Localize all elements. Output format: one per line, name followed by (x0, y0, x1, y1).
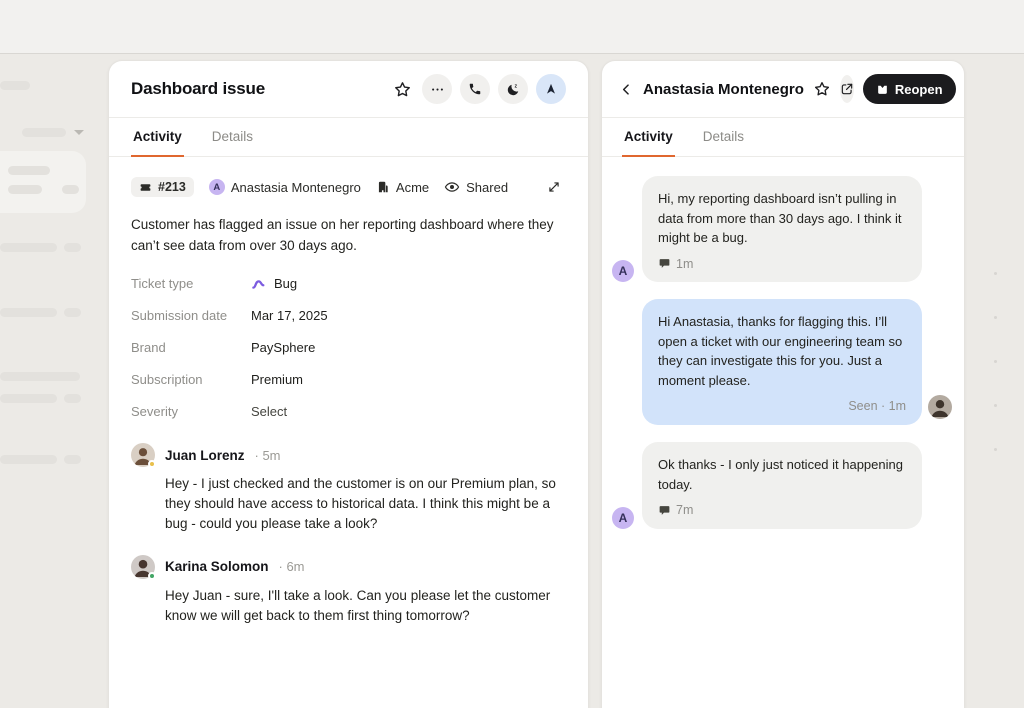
ticket-meta-row: #213 A Anastasia Montenegro Acme Sha (131, 175, 566, 199)
field-value-text[interactable]: Bug (274, 276, 297, 291)
conversation-title: Anastasia Montenegro (643, 81, 804, 98)
avatar (131, 443, 155, 467)
sidebar-skeleton-dropdown (22, 128, 66, 137)
comment-time: · 6m (279, 559, 305, 574)
comment-text: Hey Juan - sure, I'll take a look. Can y… (165, 586, 566, 626)
tab-details[interactable]: Details (701, 118, 746, 157)
customer-avatar: A (612, 507, 634, 529)
sidebar-skeleton-line (0, 81, 30, 90)
field-value-text[interactable]: Premium (251, 372, 303, 387)
snooze-button[interactable]: z (498, 74, 528, 104)
customer-message: A Hi, my reporting dashboard isn’t pulli… (612, 176, 922, 282)
customer-avatar: A (612, 260, 634, 282)
star-button[interactable] (813, 77, 831, 101)
chevron-down-icon (74, 130, 84, 135)
field-severity: Severity Select (131, 404, 566, 419)
status-dot-online (148, 572, 156, 580)
sidebar-skeleton-card (0, 151, 86, 213)
snooze-moon-icon: z (506, 82, 521, 97)
message-text: Hi, my reporting dashboard isn’t pulling… (658, 191, 902, 245)
requester-avatar: A (209, 179, 225, 195)
requester-name: Anastasia Montenegro (231, 180, 361, 195)
ticket-fields: Ticket type Bug Submission date Mar 17, … (131, 276, 566, 419)
svg-text:z: z (514, 83, 517, 89)
ticket-tabs: Activity Details (109, 118, 588, 157)
expand-icon (547, 180, 561, 194)
star-icon (813, 80, 831, 98)
sidebar-skeleton-line (0, 243, 57, 252)
company-chip[interactable]: Acme (376, 180, 429, 195)
phone-icon (468, 82, 482, 96)
ticket-title: Dashboard issue (131, 79, 390, 99)
field-brand: Brand PaySphere (131, 340, 566, 355)
comment-text: Hey - I just checked and the customer is… (165, 474, 566, 534)
conversation-tabs: Activity Details (602, 118, 964, 157)
scroll-hint-dots (994, 272, 997, 451)
severity-select[interactable]: Select (251, 404, 287, 419)
field-submission-date: Submission date Mar 17, 2025 (131, 308, 566, 323)
conversation-panel: Anastasia Montenegro Reopen Activity Det (601, 60, 965, 708)
expand-button[interactable] (542, 175, 566, 199)
more-actions-button[interactable] (422, 74, 452, 104)
star-button[interactable] (390, 77, 414, 101)
sidebar-skeleton-line (0, 372, 80, 381)
background-sidebar (0, 55, 106, 708)
back-button[interactable] (619, 79, 634, 99)
shared-label: Shared (466, 180, 508, 195)
message-list: A Hi, my reporting dashboard isn’t pulli… (602, 157, 964, 556)
reopen-icon (876, 83, 889, 96)
message-time: 7m (676, 501, 693, 520)
sidebar-skeleton-line (0, 455, 57, 464)
company-name: Acme (396, 180, 429, 195)
agent-message: Hi Anastasia, thanks for flagging this. … (612, 299, 922, 425)
shared-chip[interactable]: Shared (444, 179, 508, 195)
message-time: 1m (676, 255, 693, 274)
reopen-label: Reopen (895, 82, 943, 97)
field-ticket-type: Ticket type Bug (131, 276, 566, 291)
star-icon (393, 80, 412, 99)
avatar (131, 555, 155, 579)
agent-avatar (928, 395, 952, 419)
comment-author: Karina Solomon (165, 559, 269, 574)
open-in-new-button[interactable] (840, 75, 854, 103)
ellipsis-icon (430, 82, 445, 97)
field-subscription: Subscription Premium (131, 372, 566, 387)
comment: Karina Solomon · 6m Hey Juan - sure, I'l… (131, 555, 566, 626)
field-value-text[interactable]: Mar 17, 2025 (251, 308, 328, 323)
customer-message: A Ok thanks - I only just noticed it hap… (612, 442, 922, 529)
chat-bubble-icon (658, 504, 671, 517)
bug-icon (251, 277, 267, 291)
reopen-button[interactable]: Reopen (863, 74, 956, 104)
navigation-arrow-icon (544, 82, 558, 96)
sidebar-skeleton-line (0, 308, 57, 317)
tab-details[interactable]: Details (210, 118, 255, 157)
eye-icon (444, 179, 460, 195)
tab-activity[interactable]: Activity (131, 118, 184, 157)
message-text: Ok thanks - I only just noticed it happe… (658, 457, 903, 492)
ticket-icon (139, 181, 152, 194)
building-icon (376, 180, 390, 194)
comment: Juan Lorenz · 5m Hey - I just checked an… (131, 443, 566, 534)
assign-button[interactable] (536, 74, 566, 104)
chat-bubble-icon (658, 257, 671, 270)
chevron-left-icon (619, 82, 634, 97)
field-value-text[interactable]: PaySphere (251, 340, 315, 355)
app-topbar (0, 0, 1024, 54)
ticket-panel: Dashboard issue (108, 60, 589, 708)
requester-chip[interactable]: A Anastasia Montenegro (209, 179, 361, 195)
sidebar-skeleton-line (0, 394, 57, 403)
status-dot-away (148, 460, 156, 468)
comment-time: · 5m (255, 448, 281, 463)
ticket-id-chip[interactable]: #213 (131, 177, 194, 197)
call-button[interactable] (460, 74, 490, 104)
comments-section: Juan Lorenz · 5m Hey - I just checked an… (131, 443, 566, 626)
comment-author: Juan Lorenz (165, 448, 245, 463)
ticket-description: Customer has flagged an issue on her rep… (131, 215, 566, 256)
message-status: Seen · 1m (848, 397, 906, 416)
message-text: Hi Anastasia, thanks for flagging this. … (658, 314, 902, 388)
external-link-icon (840, 82, 854, 96)
tab-activity[interactable]: Activity (622, 118, 675, 157)
ticket-id: #213 (158, 180, 186, 194)
